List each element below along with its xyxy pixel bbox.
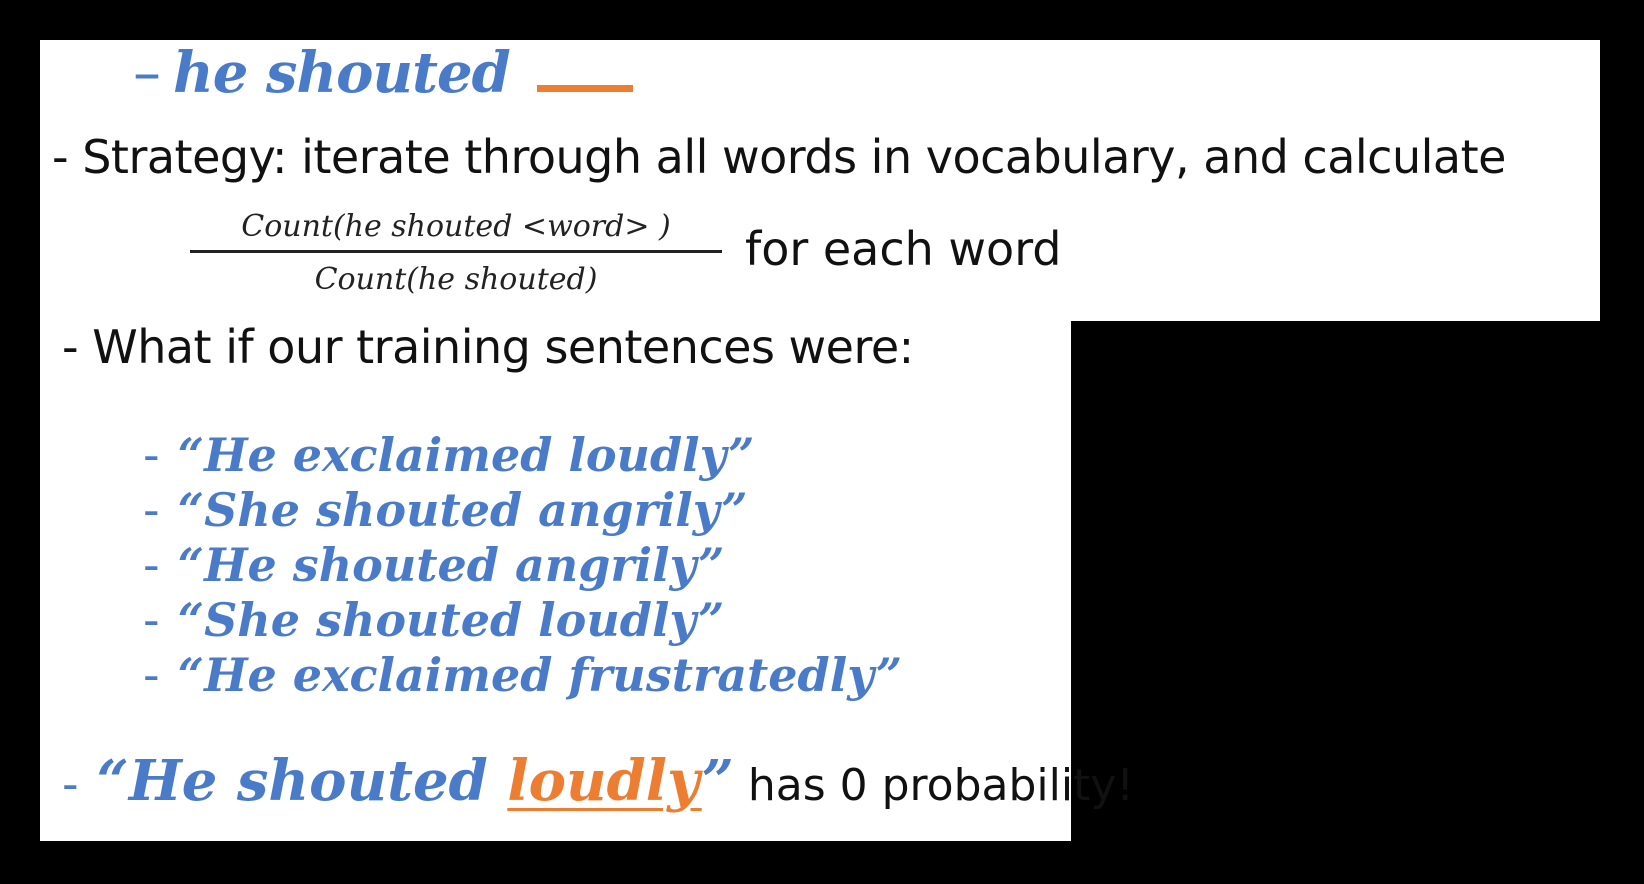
list-dash: -	[143, 648, 160, 702]
strategy-text: - Strategy: iterate through all words in…	[52, 130, 1506, 184]
list-dash: -	[143, 428, 160, 482]
fraction-bar	[190, 250, 722, 253]
prompt-dash: –	[133, 41, 161, 106]
conclusion-close: ”	[701, 748, 734, 814]
list-item: - “He exclaimed loudly”	[143, 428, 755, 482]
sentence-text: “She shouted angrily”	[177, 483, 748, 537]
list-item: - “She shouted loudly”	[143, 593, 724, 647]
prompt-phrase: he shouted	[173, 40, 511, 106]
sentence-text: “He shouted angrily”	[177, 538, 725, 592]
fraction-denominator: Count(he shouted)	[314, 262, 598, 297]
question-text: - What if our training sentences were:	[62, 320, 914, 374]
list-item: - “He shouted angrily”	[143, 538, 724, 592]
highlighted-word: loudly	[507, 748, 702, 814]
prompt-line: – he shouted	[133, 40, 633, 106]
list-dash: -	[143, 593, 160, 647]
conclusion-line: - “He shouted loudly” has 0 probability!	[62, 748, 1134, 814]
slide: – he shouted - Strategy: iterate through…	[0, 0, 1644, 884]
list-item: - “He exclaimed frustratedly”	[143, 648, 902, 702]
list-dash: -	[143, 538, 160, 592]
sentence-text: “He exclaimed loudly”	[177, 428, 755, 482]
sentence-text: “He exclaimed frustratedly”	[177, 648, 903, 702]
sentence-text: “She shouted loudly”	[177, 593, 725, 647]
conclusion-tail: has 0 probability!	[733, 760, 1135, 811]
fraction-suffix: for each word	[745, 222, 1062, 276]
blank-placeholder	[536, 85, 633, 92]
conclusion-dash: -	[62, 757, 79, 811]
count-fraction: Count(he shouted <word> ) Count(he shout…	[190, 206, 722, 301]
list-dash: -	[143, 483, 160, 537]
fraction-numerator: Count(he shouted <word> )	[241, 209, 671, 244]
conclusion-open: “He shouted	[96, 748, 508, 814]
list-item: - “She shouted angrily”	[143, 483, 748, 537]
